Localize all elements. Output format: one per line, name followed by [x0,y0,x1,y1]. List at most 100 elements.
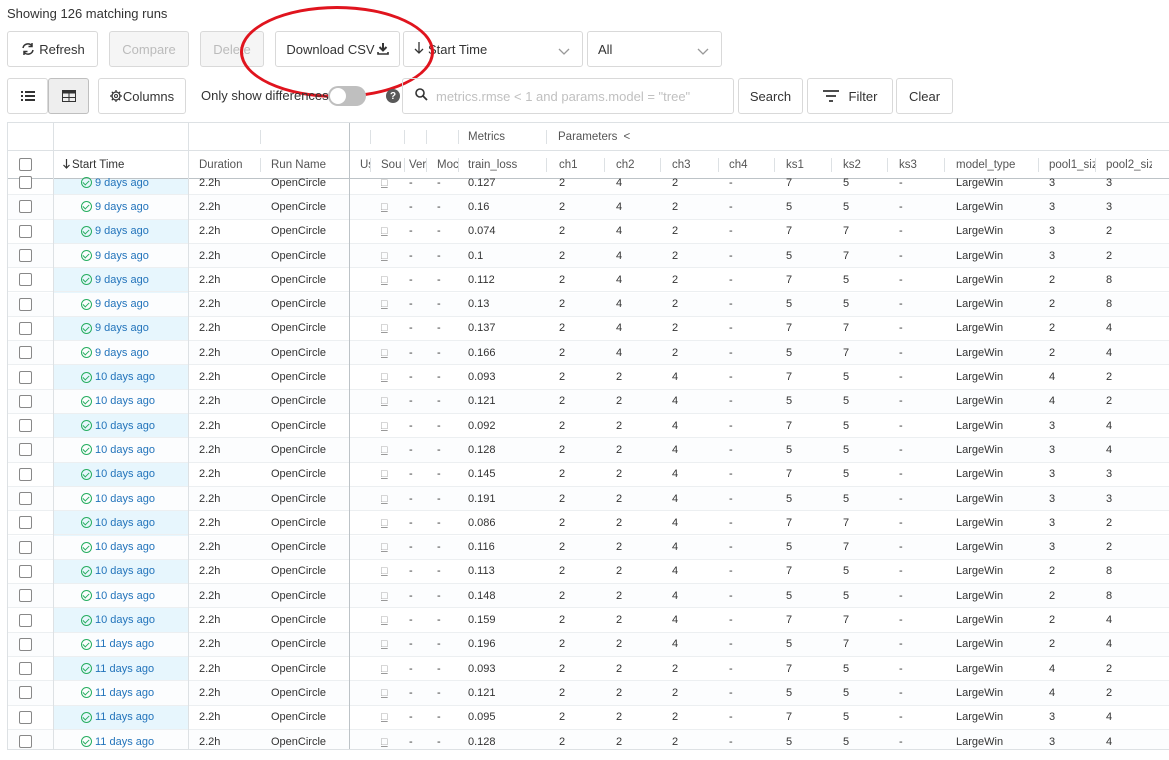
source-cell[interactable]: □ [381,365,388,388]
list-view-button[interactable] [7,78,48,114]
start-time-link[interactable]: 11 days ago [81,681,154,704]
row-checkbox[interactable] [19,560,32,583]
row-checkbox[interactable] [19,293,32,316]
filter-button[interactable]: Filter [807,78,893,114]
table-row[interactable]: 9 days ago 2.2h OpenCircle □ - - 0.112 2 4 2 - 7 5 - L… [8,268,1169,293]
run-name-cell[interactable]: OpenCircle [271,293,326,316]
start-time-link[interactable]: 10 days ago [81,608,155,631]
delete-button[interactable]: Delete [200,31,264,67]
source-cell[interactable]: □ [381,657,388,680]
start-time-link[interactable]: 11 days ago [81,706,154,729]
row-checkbox[interactable] [19,341,32,364]
row-checkbox[interactable] [19,487,32,510]
start-time-link[interactable]: 10 days ago [81,438,155,461]
table-row[interactable]: 10 days ago 2.2h OpenCircle □ - - 0.128 2 2 4 - 5 5 -… [8,438,1169,463]
run-name-cell[interactable]: OpenCircle [271,584,326,607]
source-cell[interactable]: □ [381,511,388,534]
row-checkbox[interactable] [19,463,32,486]
search-button[interactable]: Search [738,78,803,114]
start-time-link[interactable]: 9 days ago [81,341,149,364]
row-checkbox[interactable] [19,244,32,267]
start-time-link[interactable]: 10 days ago [81,487,155,510]
row-checkbox[interactable] [19,268,32,291]
start-time-link[interactable]: 10 days ago [81,365,155,388]
start-time-link[interactable]: 10 days ago [81,560,155,583]
start-time-link[interactable]: 11 days ago [81,730,154,749]
source-cell[interactable]: □ [381,608,388,631]
table-row[interactable]: 9 days ago 2.2h OpenCircle □ - - 0.074 2 4 2 - 7 7 - L… [8,220,1169,244]
table-row[interactable]: 9 days ago 2.2h OpenCircle □ - - 0.16 2 4 2 - 5 5 - La… [8,195,1169,220]
source-cell[interactable]: □ [381,414,388,437]
start-time-link[interactable]: 9 days ago [81,244,149,267]
run-name-cell[interactable]: OpenCircle [271,511,326,534]
table-row[interactable]: 9 days ago 2.2h OpenCircle □ - - 0.127 2 4 2 - 7 5 - L… [8,171,1169,196]
source-cell[interactable]: □ [381,633,388,656]
row-checkbox[interactable] [19,220,32,243]
lifecycle-filter-select[interactable]: All [587,31,722,67]
table-row[interactable]: 9 days ago 2.2h OpenCircle □ - - 0.137 2 4 2 - 7 7 - L… [8,317,1169,342]
run-name-cell[interactable]: OpenCircle [271,633,326,656]
start-time-link[interactable]: 9 days ago [81,268,149,291]
sort-select[interactable]: Start Time [403,31,583,67]
source-cell[interactable]: □ [381,706,388,729]
table-row[interactable]: 11 days ago 2.2h OpenCircle □ - - 0.121 2 2 2 - 5 5 -… [8,681,1169,706]
run-name-cell[interactable]: OpenCircle [271,414,326,437]
clear-button[interactable]: Clear [896,78,953,114]
parameters-group-header[interactable]: Parameters < [558,123,630,151]
download-csv-button[interactable]: Download CSV [275,31,400,67]
source-cell[interactable]: □ [381,244,388,267]
row-checkbox[interactable] [19,681,32,704]
source-cell[interactable]: □ [381,293,388,316]
source-cell[interactable]: □ [381,195,388,218]
source-cell[interactable]: □ [381,536,388,559]
row-checkbox[interactable] [19,706,32,729]
table-row[interactable]: 10 days ago 2.2h OpenCircle □ - - 0.191 2 2 4 - 5 5 -… [8,486,1169,512]
run-name-cell[interactable]: OpenCircle [271,463,326,486]
search-input[interactable] [436,88,716,104]
grid-view-button[interactable] [48,78,89,114]
source-cell[interactable]: □ [381,560,388,583]
run-name-cell[interactable]: OpenCircle [271,341,326,364]
run-name-cell[interactable]: OpenCircle [271,195,326,218]
run-name-cell[interactable]: OpenCircle [271,244,326,267]
row-checkbox[interactable] [19,608,32,631]
collapse-icon[interactable]: < [623,131,630,143]
only-differences-toggle[interactable] [328,86,366,106]
table-row[interactable]: 11 days ago 2.2h OpenCircle □ - - 0.128 2 2 2 - 5 5 -… [8,729,1169,749]
start-time-link[interactable]: 10 days ago [81,511,155,534]
table-row[interactable]: 10 days ago 2.2h OpenCircle □ - - 0.116 2 2 4 - 5 7 -… [8,535,1169,560]
row-checkbox[interactable] [19,536,32,559]
table-row[interactable]: 10 days ago 2.2h OpenCircle □ - - 0.159 2 2 4 - 7 7 -… [8,608,1169,633]
run-name-cell[interactable]: OpenCircle [271,317,326,340]
start-time-link[interactable]: 10 days ago [81,536,155,559]
table-row[interactable]: 10 days ago 2.2h OpenCircle □ - - 0.086 2 2 4 - 7 7 -… [8,511,1169,536]
start-time-link[interactable]: 10 days ago [81,584,155,607]
refresh-button[interactable]: Refresh [7,31,98,67]
run-name-cell[interactable]: OpenCircle [271,365,326,388]
columns-button[interactable]: Columns [98,78,186,114]
source-cell[interactable]: □ [381,438,388,461]
source-cell[interactable]: □ [381,317,388,340]
run-name-cell[interactable]: OpenCircle [271,560,326,583]
row-checkbox[interactable] [19,657,32,680]
start-time-link[interactable]: 10 days ago [81,414,155,437]
row-checkbox[interactable] [19,633,32,656]
run-name-cell[interactable]: OpenCircle [271,608,326,631]
row-checkbox[interactable] [19,730,32,749]
row-checkbox[interactable] [19,365,32,388]
row-checkbox[interactable] [19,317,32,340]
source-cell[interactable]: □ [381,171,388,194]
table-row[interactable]: 10 days ago 2.2h OpenCircle □ - - 0.121 2 2 4 - 5 5 -… [8,389,1169,414]
row-checkbox[interactable] [19,171,32,194]
row-checkbox[interactable] [19,584,32,607]
source-cell[interactable]: □ [381,681,388,704]
source-cell[interactable]: □ [381,463,388,486]
row-checkbox[interactable] [19,390,32,413]
table-row[interactable]: 11 days ago 2.2h OpenCircle □ - - 0.095 2 2 2 - 7 5 -… [8,706,1169,730]
start-time-link[interactable]: 10 days ago [81,390,155,413]
run-name-cell[interactable]: OpenCircle [271,487,326,510]
start-time-link[interactable]: 9 days ago [81,317,149,340]
source-cell[interactable]: □ [381,390,388,413]
source-cell[interactable]: □ [381,487,388,510]
table-row[interactable]: 10 days ago 2.2h OpenCircle □ - - 0.093 2 2 4 - 7 5 -… [8,365,1169,390]
